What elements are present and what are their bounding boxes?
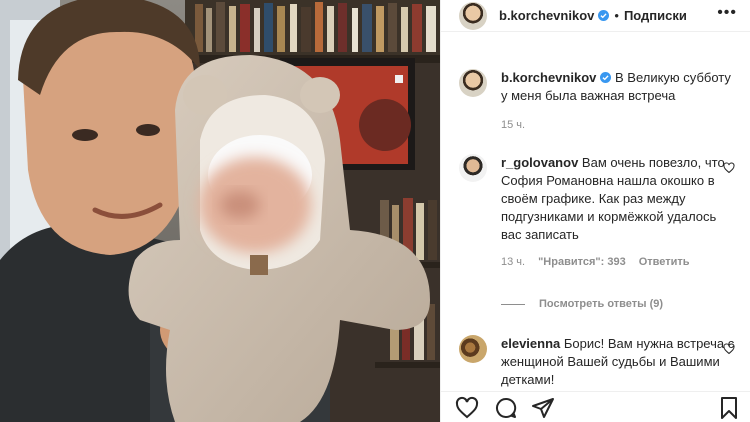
heart-icon[interactable]: [455, 396, 479, 420]
caption-meta: 15 ч.: [501, 119, 739, 131]
post-photo: [0, 0, 440, 422]
caption-username[interactable]: b.korchevnikov: [501, 70, 596, 85]
author-avatar[interactable]: [459, 1, 487, 30]
more-options-icon[interactable]: •••: [717, 4, 737, 22]
verified-badge-icon: [598, 10, 610, 21]
comment-text-block: elevienna Борис! Вам нужна встреча с жен…: [501, 335, 739, 389]
verified-badge-icon: [600, 72, 612, 83]
paper-plane-icon[interactable]: [531, 396, 555, 420]
comment-item: r_golovanov Вам очень повезло, что София…: [459, 154, 739, 268]
comment-meta: 13 ч. "Нравится": 393 Ответить: [501, 256, 739, 268]
replies-divider: [501, 303, 525, 305]
post-image: [0, 0, 440, 422]
post-side-panel: b.korchevnikov • Подписки ••• b.korchevn…: [440, 0, 750, 422]
post-caption: b.korchevnikov В Великую субботу у меня …: [459, 69, 739, 131]
commenter-avatar[interactable]: [459, 154, 487, 182]
bookmark-icon[interactable]: [717, 396, 741, 420]
comment-text-block: r_golovanov Вам очень повезло, что София…: [501, 154, 739, 244]
comment-time[interactable]: 13 ч.: [501, 256, 525, 268]
following-button[interactable]: Подписки: [624, 8, 687, 23]
comment-bubble-icon[interactable]: [494, 396, 518, 420]
reply-button[interactable]: Ответить: [639, 256, 690, 268]
view-replies-label: Посмотреть ответы (9): [539, 298, 664, 310]
comment-likes[interactable]: "Нравится": 393: [538, 256, 626, 268]
comment-like-heart-icon[interactable]: [723, 162, 735, 174]
commenter-avatar[interactable]: [459, 335, 487, 363]
post-header: b.korchevnikov • Подписки •••: [441, 0, 750, 32]
author-username[interactable]: b.korchevnikov: [499, 8, 594, 23]
comment-like-heart-icon[interactable]: [723, 343, 735, 355]
caption-text-block: b.korchevnikov В Великую субботу у меня …: [501, 69, 739, 105]
caption-author-avatar[interactable]: [459, 69, 487, 97]
comment-username[interactable]: r_golovanov: [501, 155, 578, 170]
header-separator: •: [614, 8, 619, 23]
post-action-bar: [441, 391, 750, 422]
caption-time[interactable]: 15 ч.: [501, 119, 525, 131]
comment-item: elevienna Борис! Вам нужна встреча с жен…: [459, 335, 739, 389]
comment-username[interactable]: elevienna: [501, 336, 560, 351]
view-replies-button[interactable]: Посмотреть ответы (9): [501, 298, 663, 310]
